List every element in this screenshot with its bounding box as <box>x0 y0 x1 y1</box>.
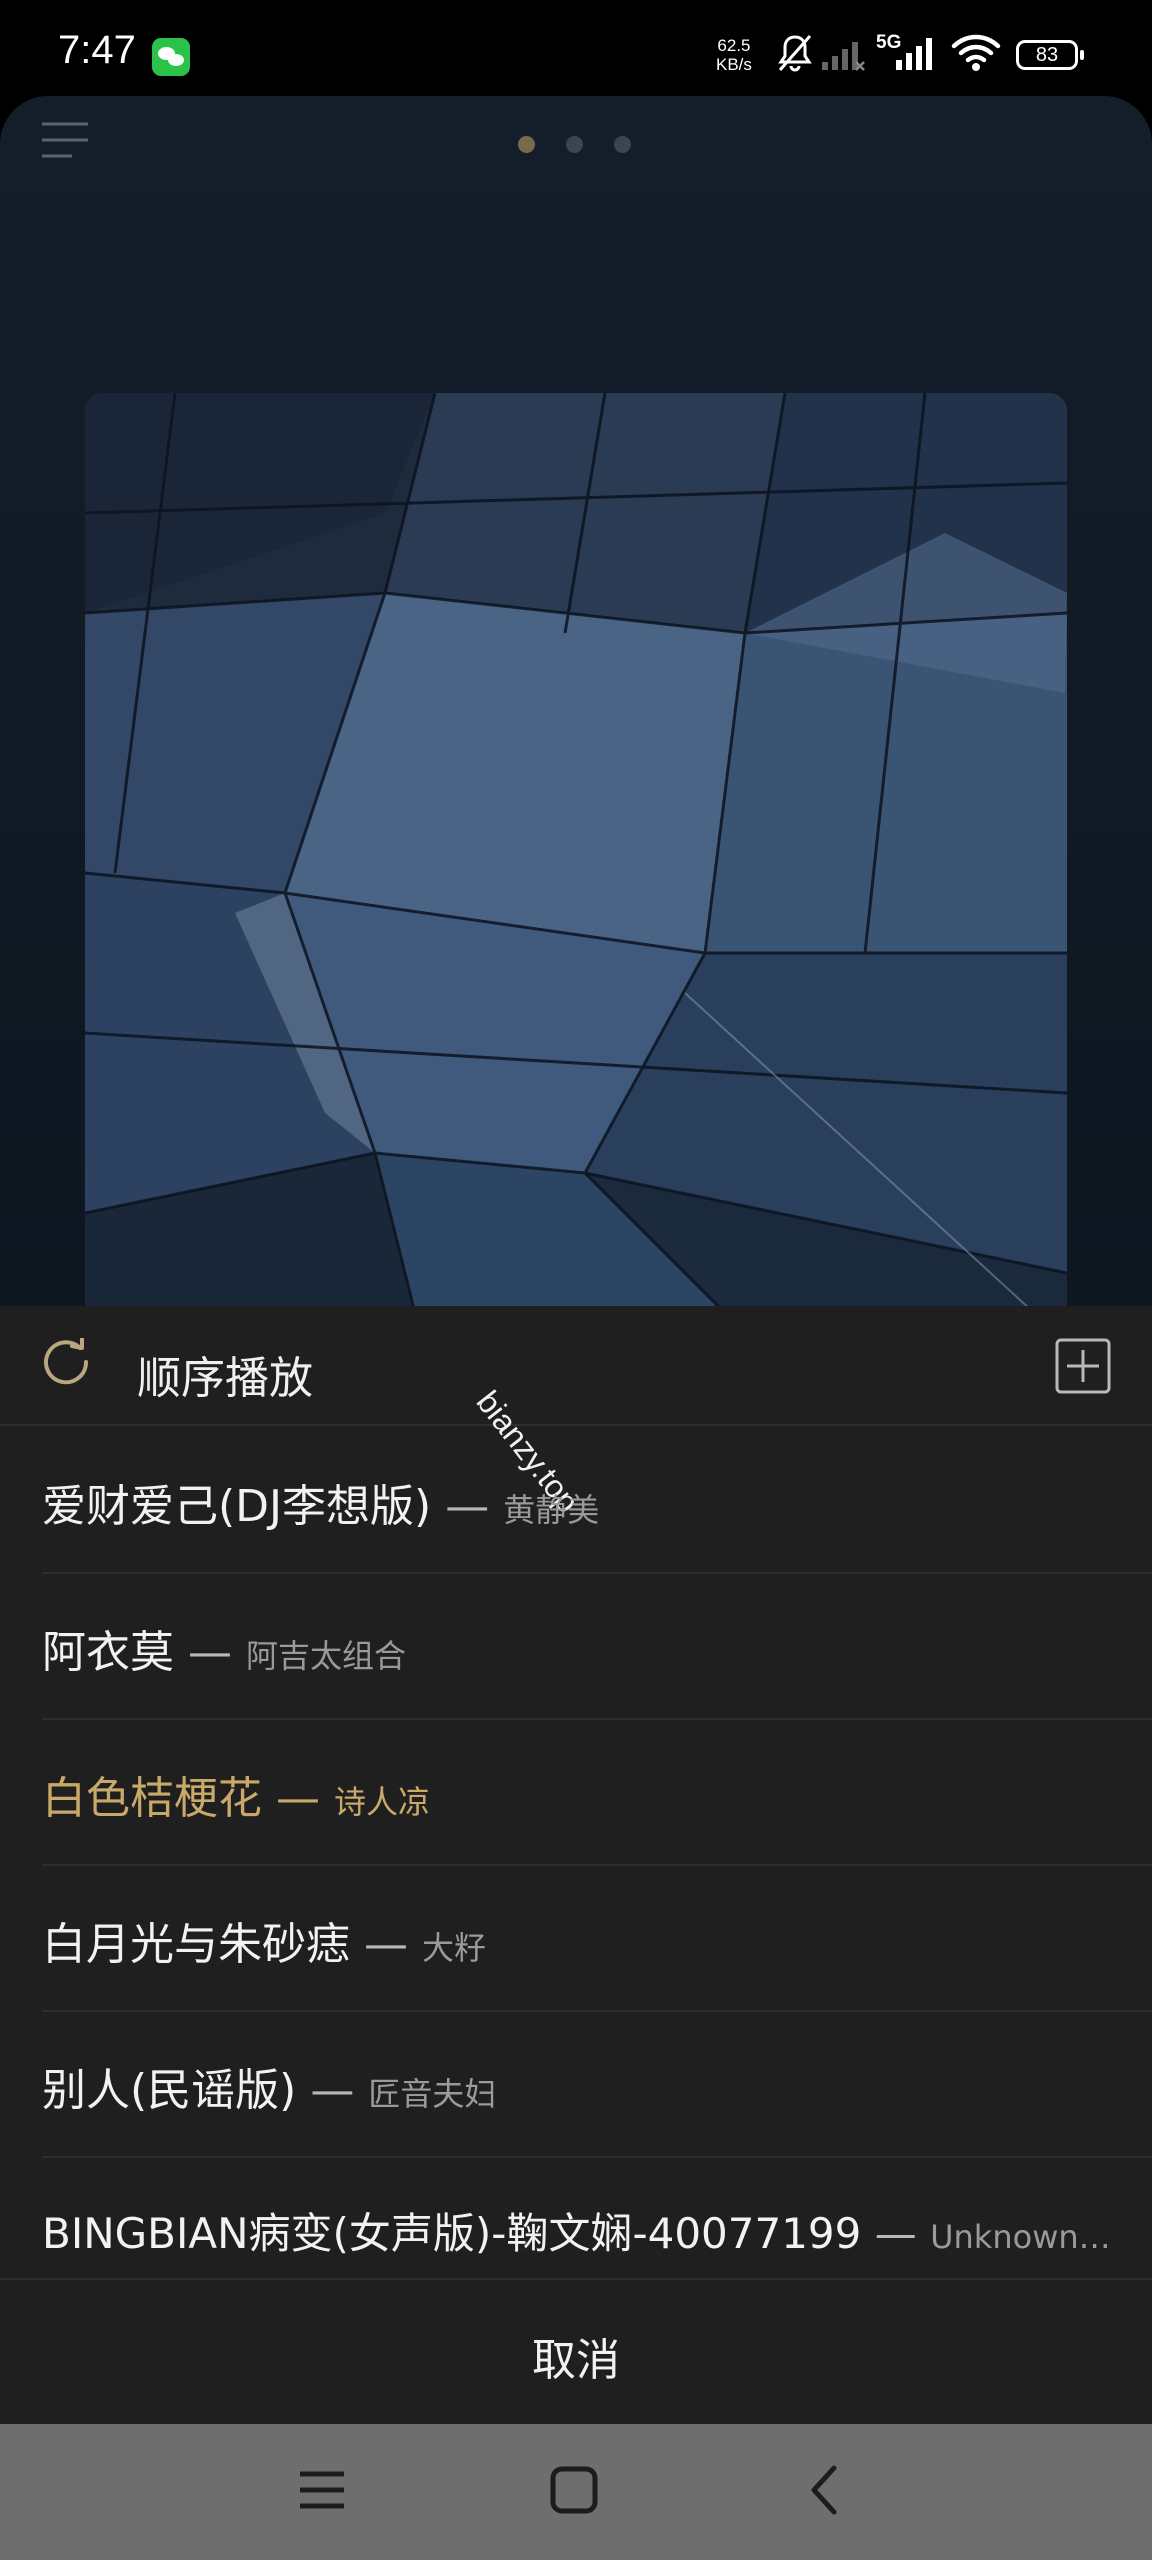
track-separator: — <box>310 2065 355 2116</box>
track-title: 别人(民谣版) <box>42 2065 297 2116</box>
track-artist: 黄静美 <box>503 1491 600 1529</box>
add-to-playlist-icon[interactable] <box>1055 1338 1111 1394</box>
menu-icon[interactable] <box>40 120 92 164</box>
clock: 7:47 <box>58 28 136 72</box>
battery-indicator: 83 <box>1016 40 1084 70</box>
playlist-track-current[interactable]: 白色桔梗花 — 诗人凉 <box>42 1718 1152 1866</box>
sequential-play-icon[interactable] <box>38 1338 98 1396</box>
cancel-label: 取消 <box>532 2335 620 2386</box>
track-artist: 诗人凉 <box>334 1783 431 1821</box>
page-indicator <box>518 136 662 157</box>
sim2-signal-icon <box>896 38 932 70</box>
track-separator: — <box>874 2209 917 2258</box>
album-cover-image <box>85 393 1067 1356</box>
page-dot <box>566 136 583 153</box>
system-navigation-bar <box>0 2424 1152 2560</box>
track-title: 阿衣莫 <box>42 1627 174 1678</box>
playlist-track[interactable]: 阿衣莫 — 阿吉太组合 <box>42 1572 1152 1720</box>
recent-apps-icon[interactable] <box>296 2464 348 2516</box>
track-artist: Unknown… <box>930 2218 1111 2256</box>
track-artist: 匠音夫妇 <box>368 2075 497 2113</box>
playlist-sheet: 顺序播放 bianzy.top 爱财爱己(DJ李想版) — 黄静美 阿衣莫 — … <box>0 1306 1152 2424</box>
play-mode-label[interactable]: 顺序播放 <box>137 1342 313 1406</box>
cancel-button[interactable]: 取消 <box>0 2278 1152 2426</box>
wechat-notification-icon <box>152 38 190 76</box>
home-icon[interactable] <box>548 2464 600 2516</box>
network-speed-unit: KB/s <box>716 55 752 74</box>
status-bar: 7:47 62.5 KB/s 5G 83 <box>0 0 1152 110</box>
track-artist: 阿吉太组合 <box>246 1637 407 1675</box>
track-artist: 大籽 <box>422 1929 487 1967</box>
track-separator: — <box>445 1481 490 1532</box>
playlist-header: 顺序播放 bianzy.top <box>0 1306 1152 1519</box>
track-separator: — <box>364 1919 408 1970</box>
playlist-track[interactable]: 别人(民谣版) — 匠音夫妇 <box>42 2010 1152 2158</box>
track-title: 白月光与朱砂痣 <box>42 1919 350 1970</box>
track-separator: — <box>276 1773 320 1824</box>
playlist-track[interactable]: 白月光与朱砂痣 — 大籽 <box>42 1864 1152 2012</box>
page-dot-active <box>518 136 535 153</box>
track-separator: — <box>188 1627 232 1678</box>
back-icon[interactable] <box>800 2464 852 2516</box>
track-title: 爱财爱己(DJ李想版) <box>42 1481 432 1532</box>
player-screen <box>0 96 1152 1356</box>
network-speed-value: 62.5 <box>717 36 751 55</box>
sim1-signal-icon <box>822 42 865 71</box>
network-speed: 62.5 KB/s <box>716 36 752 74</box>
page-dot <box>614 136 631 153</box>
mute-bell-icon <box>778 35 812 72</box>
playlist-track[interactable]: 爱财爱己(DJ李想版) — 黄静美 <box>42 1426 1152 1574</box>
wifi-icon <box>951 34 1001 71</box>
track-title: BINGBIAN病变(女声版)-鞠文娴-40077199 <box>42 2209 862 2258</box>
track-title: 白色桔梗花 <box>42 1773 262 1824</box>
